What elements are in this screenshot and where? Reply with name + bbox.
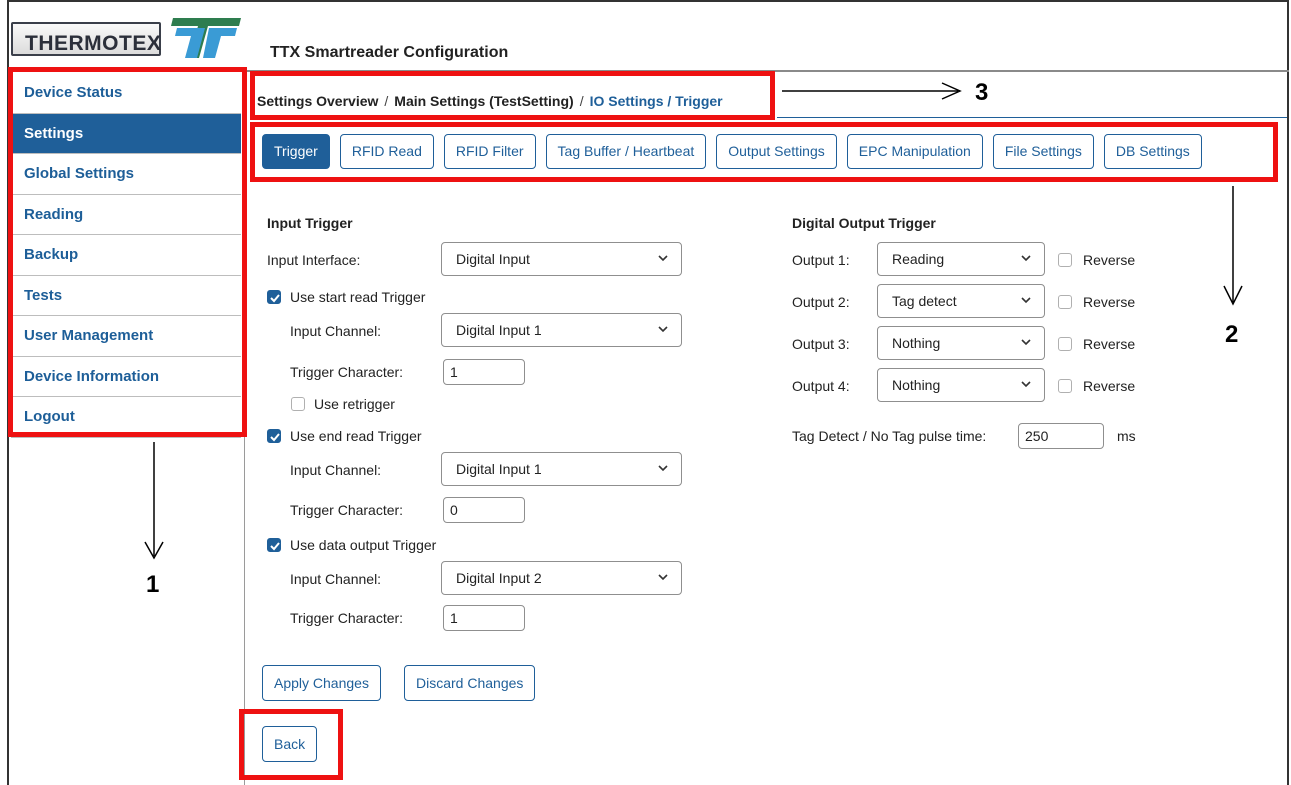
frame-right-border — [1287, 0, 1289, 785]
chevron-down-icon — [1020, 285, 1032, 328]
frame-top-border — [7, 0, 1289, 2]
data-input-channel-select[interactable]: Digital Input 2 — [441, 561, 682, 595]
start-read-trigger-checkbox[interactable] — [267, 290, 281, 304]
annotation-label-1: 1 — [146, 571, 160, 598]
apply-changes-button[interactable]: Apply Changes — [262, 665, 381, 701]
chevron-down-icon — [1020, 243, 1032, 286]
input-trigger-title: Input Trigger — [267, 215, 353, 231]
start-input-channel-label: Input Channel: — [290, 323, 382, 339]
pulse-time-label: Tag Detect / No Tag pulse time: — [792, 428, 987, 444]
output-1-select[interactable]: Reading — [877, 242, 1045, 276]
retrigger-checkbox[interactable] — [291, 397, 305, 411]
end-trigger-character-label: Trigger Character: — [290, 502, 404, 518]
output-3-label: Output 3: — [792, 336, 850, 352]
chevron-down-icon — [1020, 369, 1032, 412]
output-4-value: Nothing — [892, 377, 941, 393]
data-input-channel-label: Input Channel: — [290, 571, 382, 587]
thermotex-logo: THERMOTEX — [11, 14, 241, 62]
output-1-label: Output 1: — [792, 252, 850, 268]
annotation-box-breadcrumb — [250, 71, 775, 120]
data-input-channel-value: Digital Input 2 — [456, 570, 542, 586]
end-read-trigger-checkbox[interactable] — [267, 429, 281, 443]
logo-text: THERMOTEX — [25, 32, 162, 55]
pulse-time-unit: ms — [1117, 428, 1136, 444]
output-1-reverse-checkbox[interactable] — [1058, 253, 1072, 267]
output-3-reverse-checkbox[interactable] — [1058, 337, 1072, 351]
breadcrumb-underline — [777, 117, 1287, 118]
data-trigger-character-input[interactable]: 1 — [443, 605, 525, 631]
end-trigger-character-input[interactable]: 0 — [443, 497, 525, 523]
chevron-down-icon — [657, 243, 669, 286]
output-3-value: Nothing — [892, 335, 941, 351]
data-output-trigger-label: Use data output Trigger — [290, 537, 437, 553]
app-title: TTX Smartreader Configuration — [270, 44, 509, 61]
data-trigger-character-label: Trigger Character: — [290, 610, 404, 626]
annotation-label-2: 2 — [1225, 321, 1239, 348]
start-input-channel-select[interactable]: Digital Input 1 — [441, 313, 682, 347]
input-interface-select[interactable]: Digital Input — [441, 242, 682, 276]
output-2-select[interactable]: Tag detect — [877, 284, 1045, 318]
output-4-reverse-label: Reverse — [1083, 378, 1136, 394]
annotation-box-tabs — [250, 122, 1278, 182]
output-4-select[interactable]: Nothing — [877, 368, 1045, 402]
discard-changes-button[interactable]: Discard Changes — [404, 665, 536, 701]
chevron-down-icon — [657, 562, 669, 605]
end-input-channel-select[interactable]: Digital Input 1 — [441, 452, 682, 486]
input-interface-label: Input Interface: — [267, 252, 361, 268]
output-2-label: Output 2: — [792, 294, 850, 310]
pulse-time-input[interactable]: 250 — [1018, 423, 1104, 449]
output-3-select[interactable]: Nothing — [877, 326, 1045, 360]
output-1-reverse-label: Reverse — [1083, 252, 1136, 268]
annotation-box-back — [239, 709, 343, 780]
annotation-arrows — [144, 82, 1243, 560]
start-trigger-character-input[interactable]: 1 — [443, 359, 525, 385]
output-4-label: Output 4: — [792, 378, 850, 394]
start-input-channel-value: Digital Input 1 — [456, 322, 542, 338]
output-1-value: Reading — [892, 251, 945, 267]
end-input-channel-value: Digital Input 1 — [456, 461, 542, 477]
annotation-box-sidebar — [8, 67, 247, 437]
input-interface-value: Digital Input — [456, 251, 530, 267]
output-3-reverse-label: Reverse — [1083, 336, 1136, 352]
end-input-channel-label: Input Channel: — [290, 462, 382, 478]
chevron-down-icon — [657, 314, 669, 357]
start-read-trigger-label: Use start read Trigger — [290, 289, 426, 305]
retrigger-label: Use retrigger — [314, 396, 395, 412]
start-trigger-character-label: Trigger Character: — [290, 364, 404, 380]
chevron-down-icon — [657, 453, 669, 496]
chevron-down-icon — [1020, 327, 1032, 370]
annotation-label-3: 3 — [975, 79, 989, 106]
output-2-reverse-checkbox[interactable] — [1058, 295, 1072, 309]
output-4-reverse-checkbox[interactable] — [1058, 379, 1072, 393]
digital-output-title: Digital Output Trigger — [792, 215, 936, 231]
end-read-trigger-label: Use end read Trigger — [290, 428, 422, 444]
output-2-reverse-label: Reverse — [1083, 294, 1136, 310]
data-output-trigger-checkbox[interactable] — [267, 538, 281, 552]
logo-mark-icon — [171, 18, 241, 58]
output-2-value: Tag detect — [892, 293, 957, 309]
